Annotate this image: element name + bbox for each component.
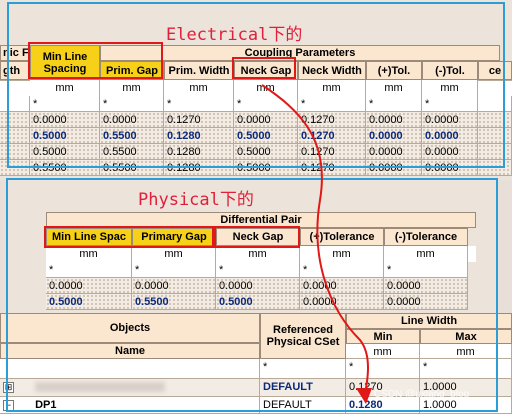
watermark: CSDN @uxiang_blog: [374, 389, 470, 400]
highlight-neck-gap: [232, 57, 296, 79]
highlight-physical-neck-gap: [214, 226, 300, 248]
physical-annotation-box: [6, 178, 498, 412]
electrical-annotation-title: Electrical下的: [166, 25, 303, 45]
highlight-min-line-spacing: [28, 42, 163, 79]
physical-annotation-title: Physical下的: [138, 190, 254, 210]
highlight-physical-gaps: [44, 226, 214, 248]
